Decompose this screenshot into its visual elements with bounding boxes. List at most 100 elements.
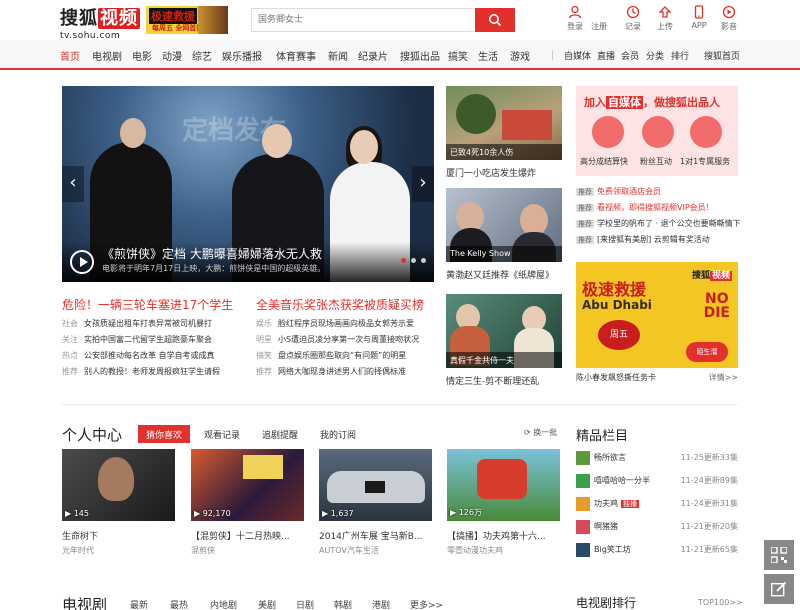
nav-item-we-media[interactable]: 自媒体 bbox=[564, 49, 591, 62]
tab-more[interactable]: 更多>> bbox=[410, 598, 443, 610]
nav-item-sports[interactable]: 体育赛事 bbox=[276, 48, 316, 63]
tab-subscriptions[interactable]: 我的订阅 bbox=[312, 425, 364, 443]
headline-right[interactable]: 全美音乐奖张杰获奖被质疑买榜 bbox=[256, 296, 424, 313]
app-button[interactable]: APP bbox=[684, 5, 714, 30]
thumbnail-title[interactable]: 情定三生-剪不断理还乱 bbox=[446, 374, 539, 387]
history-button[interactable]: 记录 bbox=[618, 5, 648, 32]
list-item[interactable]: 嘻嘻哈哈一分半 11-24更新89集 bbox=[576, 473, 738, 496]
we-media-promo[interactable]: 加入 自媒体 ，做搜狐出品人 高分成结算快 粉丝互动 1对1专属服务 bbox=[576, 86, 738, 176]
recommend-tag: 推荐 bbox=[576, 220, 594, 228]
nav-item-sohu-original[interactable]: 搜狐出品 bbox=[400, 48, 440, 63]
player-button[interactable]: 影音 bbox=[714, 5, 744, 32]
list-item[interactable]: 搞笑 盘点娱乐圈那些取向“有问题”的明星 bbox=[256, 350, 419, 366]
carousel-dot[interactable] bbox=[401, 258, 406, 263]
play-icon[interactable] bbox=[70, 250, 94, 274]
list-item[interactable]: 推荐 [来搜狐有美剧] 云剪辑有奖活动 bbox=[576, 234, 741, 250]
logo-text: 搜狐 bbox=[60, 8, 98, 29]
tab-hk[interactable]: 港剧 bbox=[372, 598, 390, 610]
ad-logo: 搜狐 视频 bbox=[691, 271, 732, 281]
next-arrow-icon[interactable]: › bbox=[412, 166, 434, 202]
register-button[interactable]: 注册 bbox=[584, 5, 614, 32]
news-thumbnail[interactable]: 真假千金共侍一夫 bbox=[446, 294, 562, 368]
video-card[interactable]: ▶ 1,637 bbox=[319, 449, 432, 521]
promo-list: 推荐 免费领取酒店会员 推荐 看视频，即得搜狐视频VIP会员！ 推荐 学校里的帆布了 … bbox=[576, 186, 741, 250]
list-item[interactable]: 关注 实拍中国富二代留学生超跑豪车聚会 bbox=[62, 334, 220, 350]
video-card[interactable]: ▶ 92,170 bbox=[191, 449, 304, 521]
nav-item-documentary[interactable]: 纪录片 bbox=[358, 48, 388, 63]
search-button[interactable] bbox=[475, 8, 515, 32]
tab-guess-you-like[interactable]: 猜你喜欢 bbox=[138, 425, 191, 443]
nav-item-live[interactable]: 直播 bbox=[597, 49, 615, 62]
nav-item-sohu-home[interactable]: 搜狐首页 bbox=[704, 49, 740, 62]
carousel-dot[interactable] bbox=[421, 258, 426, 263]
list-item[interactable]: 啊猪猪 11-21更新20集 bbox=[576, 519, 738, 542]
nav-item-movie[interactable]: 电影 bbox=[132, 48, 152, 63]
top-banner-ad[interactable]: 极速救援 每周五 全网首播 bbox=[146, 6, 228, 34]
tab-hottest[interactable]: 最热 bbox=[170, 598, 188, 610]
list-item[interactable]: Big笑工坊 11-21更新65集 bbox=[576, 542, 738, 565]
nav-item-funny[interactable]: 搞笑 bbox=[448, 48, 468, 63]
carousel-dot[interactable] bbox=[411, 258, 416, 263]
video-source[interactable]: 零壹动漫功夫鸡 bbox=[447, 545, 503, 556]
list-item[interactable]: 推荐 看视频，即得搜狐视频VIP会员！ bbox=[576, 202, 741, 218]
list-item[interactable]: 功夫鸡 独播 11-24更新31集 bbox=[576, 496, 738, 519]
ad-caption[interactable]: 陈小春发飙怒撕任务卡 bbox=[576, 373, 656, 382]
hero-carousel[interactable]: 定档发布 《煎饼侠》定档 大鹏曝喜婦婦落水无人救 电影将于明年7月17日上映，大… bbox=[62, 86, 434, 282]
nav-item-tv[interactable]: 电视剧 bbox=[92, 48, 122, 63]
nav-item-life[interactable]: 生活 bbox=[478, 48, 498, 63]
nav-item-news[interactable]: 新闻 bbox=[328, 48, 348, 63]
details-link[interactable]: 详情>> bbox=[709, 372, 738, 383]
qr-code-icon bbox=[771, 547, 787, 563]
headline-left[interactable]: 危险！一辆三轮车塞进17个学生 bbox=[62, 296, 233, 313]
nav-item-games[interactable]: 游戏 bbox=[510, 48, 530, 63]
top100-link[interactable]: TOP100>> bbox=[698, 598, 743, 607]
list-item[interactable]: 娱乐 脸红程序员现场画画向极品女郭芳示爱 bbox=[256, 318, 419, 334]
video-source[interactable]: 混剪侠 bbox=[191, 545, 215, 556]
list-item[interactable]: 推荐 网络大咖现身讲述男人们的择偶标准 bbox=[256, 366, 419, 382]
refresh-button[interactable]: ⟳ 换一批 bbox=[524, 427, 557, 438]
tab-us[interactable]: 美剧 bbox=[258, 598, 276, 610]
video-title[interactable]: 【混剪侠】十二月热映... bbox=[191, 529, 290, 542]
tab-japan[interactable]: 日剧 bbox=[296, 598, 314, 610]
tab-korea[interactable]: 韩剧 bbox=[334, 598, 352, 610]
upload-button[interactable]: 上传 bbox=[650, 5, 680, 32]
nav-item-variety[interactable]: 综艺 bbox=[192, 48, 212, 63]
video-title[interactable]: 【搞播】功夫鸡第十六... bbox=[447, 529, 546, 542]
video-card[interactable]: ▶ 145 bbox=[62, 449, 175, 521]
list-item[interactable]: 畅所欲言 11-25更新33集 bbox=[576, 450, 738, 473]
video-title[interactable]: 2014广州车展 宝马新B... bbox=[319, 529, 423, 542]
hero-title[interactable]: 《煎饼侠》定档 大鹏曝喜婦婦落水无人救 bbox=[102, 245, 322, 262]
news-thumbnail[interactable]: The Kelly Show bbox=[446, 188, 562, 262]
tab-latest[interactable]: 最新 bbox=[130, 598, 148, 610]
video-card[interactable]: ▶ 126万 bbox=[447, 449, 560, 521]
video-source[interactable]: 光年时代 bbox=[62, 545, 94, 556]
sohu-video-logo[interactable]: 搜狐 视频 tv.sohu.com bbox=[60, 4, 140, 41]
tab-watch-history[interactable]: 观看记录 bbox=[196, 425, 248, 443]
qr-code-button[interactable] bbox=[764, 540, 794, 570]
thumbnail-title[interactable]: 厦门一小吃店发生爆炸 bbox=[446, 166, 536, 179]
list-item[interactable]: 热点 公安部推动每名改革 自学自考或成真 bbox=[62, 350, 220, 366]
thumbnail-title[interactable]: 黄渤赵又廷推荐《纸牌屋》 bbox=[446, 268, 554, 281]
news-thumbnail[interactable]: 已致4死10余人伤 bbox=[446, 86, 562, 160]
nav-item-ranking[interactable]: 排行 bbox=[671, 49, 689, 62]
video-source[interactable]: AUTOV汽车生活 bbox=[319, 545, 379, 556]
nav-item-home[interactable]: 首页 bbox=[60, 48, 80, 63]
feedback-button[interactable] bbox=[764, 574, 794, 604]
prev-arrow-icon[interactable]: ‹ bbox=[62, 166, 84, 202]
list-item[interactable]: 明星 小S遭迫员凌分享第一次与周董接吻状况 bbox=[256, 334, 419, 350]
tab-drama-reminder[interactable]: 追剧提醒 bbox=[254, 425, 306, 443]
list-item[interactable]: 推荐 学校里的帆布了 · 退个公交也要嘶嘶情下 bbox=[576, 218, 741, 234]
nav-item-member[interactable]: 会员 bbox=[621, 49, 639, 62]
nav-item-ent[interactable]: 娱乐播报 bbox=[222, 48, 262, 63]
recommend-tag: 推荐 bbox=[576, 236, 594, 244]
nav-item-anime[interactable]: 动漫 bbox=[162, 48, 182, 63]
list-item[interactable]: 推荐 别人的教授！老师发周报疯狂学生请假 bbox=[62, 366, 220, 382]
list-item[interactable]: 推荐 免费领取酒店会员 bbox=[576, 186, 741, 202]
video-title[interactable]: 生命树下 bbox=[62, 529, 98, 542]
show-ad-banner[interactable]: 极速救援 搜狐 视频 Abu Dhabi NO DIE 周五 陌生溜 bbox=[576, 262, 738, 368]
list-item[interactable]: 社会 女孩质疑出租车打表异常被司机暴打 bbox=[62, 318, 220, 334]
nav-item-category[interactable]: 分类 bbox=[646, 49, 664, 62]
play-count: ▶ 145 bbox=[65, 509, 89, 518]
search-input[interactable] bbox=[252, 9, 476, 31]
tab-mainland[interactable]: 内地剧 bbox=[210, 598, 237, 610]
